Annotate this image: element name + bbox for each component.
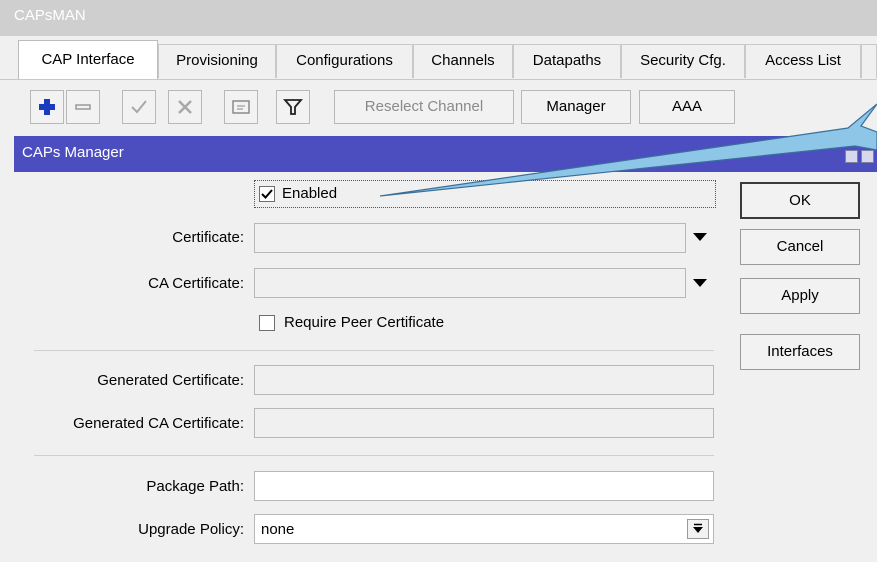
tab-security-cfg[interactable]: Security Cfg. <box>621 44 745 78</box>
dropdown-arrow-icon <box>693 523 703 533</box>
generated-ca-certificate-value <box>255 409 713 415</box>
generated-certificate-value <box>255 366 713 372</box>
certificate-label: Certificate: <box>172 229 244 246</box>
ca-certificate-value <box>255 269 685 275</box>
ca-certificate-field[interactable] <box>254 268 686 298</box>
generated-certificate-field <box>254 365 714 395</box>
minimize-icon[interactable] <box>845 150 858 163</box>
minus-icon <box>75 104 91 110</box>
cross-icon <box>178 100 192 114</box>
aaa-button[interactable]: AAA <box>639 90 735 124</box>
check-icon <box>261 189 273 199</box>
package-path-label: Package Path: <box>146 478 244 495</box>
package-path-value <box>255 472 713 478</box>
add-button[interactable] <box>30 90 64 124</box>
ca-certificate-dropdown-icon[interactable] <box>693 279 707 287</box>
certificate-value <box>255 224 685 230</box>
window-title: CAPsMAN <box>0 0 877 36</box>
interfaces-button[interactable]: Interfaces <box>740 334 860 370</box>
separator <box>34 350 714 351</box>
ca-certificate-label: CA Certificate: <box>148 275 244 292</box>
maximize-icon[interactable] <box>861 150 874 163</box>
enable-button[interactable] <box>122 90 156 124</box>
upgrade-policy-select[interactable]: none <box>254 514 714 544</box>
certificate-field[interactable] <box>254 223 686 253</box>
filter-button[interactable] <box>276 90 310 124</box>
require-peer-label: Require Peer Certificate <box>284 314 445 331</box>
enabled-label: Enabled <box>282 185 338 202</box>
package-path-input[interactable] <box>254 471 714 501</box>
generated-ca-certificate-label: Generated CA Certificate: <box>73 415 244 432</box>
separator <box>34 455 714 456</box>
tab-datapaths[interactable]: Datapaths <box>513 44 621 78</box>
window-gutter <box>0 136 14 562</box>
manager-button[interactable]: Manager <box>521 90 631 124</box>
plus-icon <box>39 99 55 115</box>
tab-channels[interactable]: Channels <box>413 44 513 78</box>
upgrade-policy-value: none <box>261 521 295 538</box>
comment-button[interactable] <box>224 90 258 124</box>
cancel-button[interactable]: Cancel <box>740 229 860 265</box>
tab-configurations[interactable]: Configurations <box>276 44 413 78</box>
certificate-dropdown-icon[interactable] <box>693 233 707 241</box>
remove-button[interactable] <box>66 90 100 124</box>
generated-certificate-label: Generated Certificate: <box>97 372 244 389</box>
upgrade-policy-dropdown-button[interactable] <box>687 519 709 539</box>
check-icon <box>131 100 147 114</box>
comment-icon <box>232 100 250 114</box>
tab-overflow[interactable] <box>861 44 877 78</box>
tab-access-list[interactable]: Access List <box>745 44 861 78</box>
tab-cap-interface[interactable]: CAP Interface <box>18 40 158 80</box>
apply-button[interactable]: Apply <box>740 278 860 314</box>
disable-button[interactable] <box>168 90 202 124</box>
tab-divider <box>0 79 877 80</box>
upgrade-policy-label: Upgrade Policy: <box>138 521 244 538</box>
enabled-checkbox[interactable] <box>259 186 275 202</box>
require-peer-checkbox[interactable] <box>259 315 275 331</box>
tab-provisioning[interactable]: Provisioning <box>158 44 276 78</box>
reselect-channel-button[interactable]: Reselect Channel <box>334 90 514 124</box>
filter-icon <box>283 99 303 115</box>
generated-ca-certificate-field <box>254 408 714 438</box>
ok-button[interactable]: OK <box>740 182 860 219</box>
dialog-title: CAPs Manager <box>14 136 877 172</box>
